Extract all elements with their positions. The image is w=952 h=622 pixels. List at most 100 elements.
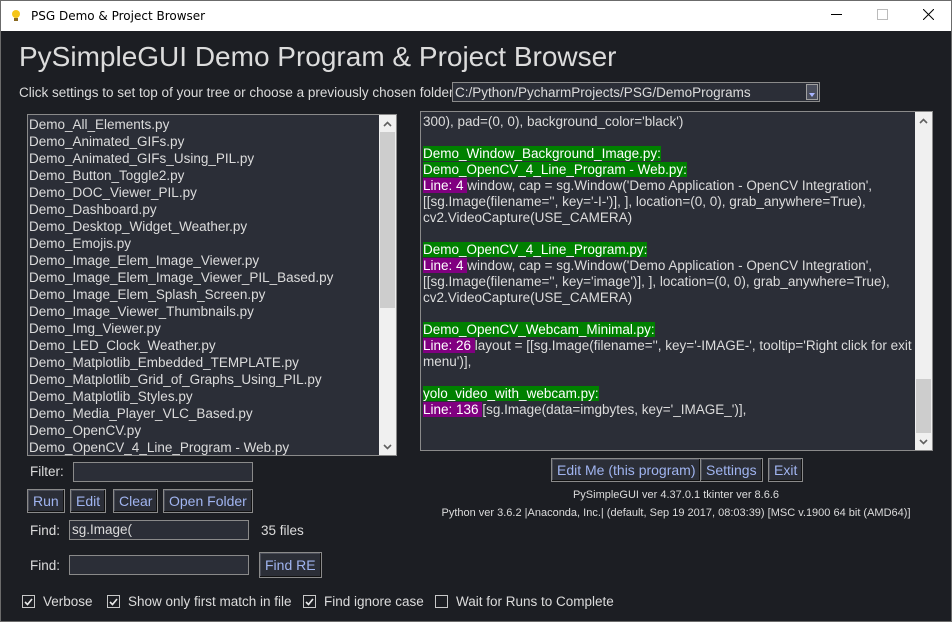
file-list-item[interactable]: Demo_Matplotlib_Styles.py: [28, 388, 333, 405]
python-version: Python ver 3.6.2 |Anaconda, Inc.| (defau…: [441, 507, 911, 519]
output-scrollbar[interactable]: [915, 112, 932, 450]
title-bar[interactable]: PSG Demo & Project Browser: [1, 1, 951, 31]
file-name-highlight: Demo_OpenCV_4_Line_Program.py:: [423, 242, 648, 257]
maximize-button[interactable]: [859, 1, 905, 31]
line-number-highlight: Line: 4: [423, 178, 468, 193]
match-text: layout = [[sg.Image(filename='', key='-I…: [423, 338, 916, 369]
match-text: window, cap = sg.Window('Demo Applicatio…: [423, 178, 876, 225]
minimize-button[interactable]: [813, 1, 859, 31]
scroll-down-icon[interactable]: [915, 433, 932, 450]
output-blank-line: [423, 370, 915, 386]
output-match-line: Line: 26 layout = [[sg.Image(filename=''…: [423, 338, 915, 370]
find-label: Find:: [30, 523, 61, 538]
wait-runs-checkbox[interactable]: Wait for Runs to Complete: [435, 594, 614, 609]
file-name-highlight: Demo_OpenCV_4_Line_Program - Web.py:: [423, 162, 687, 177]
scroll-down-icon[interactable]: [379, 438, 396, 455]
checkbox-icon[interactable]: [435, 595, 448, 608]
file-list-item[interactable]: Demo_Button_Toggle2.py: [28, 167, 333, 184]
search-output[interactable]: 300), pad=(0, 0), background_color='blac…: [420, 111, 933, 451]
output-match-line: Line: 136 [sg.Image(data=imgbytes, key='…: [423, 402, 915, 418]
page-title: PySimpleGUI Demo Program & Project Brows…: [19, 41, 617, 72]
demo-file-list[interactable]: Demo_All_Elements.py Demo_Animated_GIFs.p…: [27, 114, 397, 456]
file-list-item[interactable]: Demo_Desktop_Widget_Weather.py: [28, 218, 333, 235]
checkbox-icon[interactable]: [107, 595, 120, 608]
lightbulb-icon: [11, 9, 21, 23]
folder-combo-value: C:/Python/PycharmProjects/PSG/DemoProgra…: [455, 85, 751, 100]
file-list-item[interactable]: Demo_All_Elements.py: [28, 116, 333, 133]
open-folder-button[interactable]: Open Folder: [163, 489, 253, 513]
file-name-highlight: Demo_Window_Background_Image.py:: [423, 146, 661, 161]
maximize-icon: [876, 7, 888, 25]
output-match-line: Line: 4 window, cap = sg.Window('Demo Ap…: [423, 258, 915, 306]
psg-version: PySimpleGUI ver 4.37.0.1 tkinter ver 8.6…: [572, 489, 780, 501]
folder-instructions: Click settings to set top of your tree o…: [19, 85, 454, 100]
output-file-heading: yolo_video_with_webcam.py:: [423, 386, 915, 402]
minimize-icon: [830, 7, 842, 25]
file-list-item[interactable]: Demo_Image_Elem_Splash_Screen.py: [28, 286, 333, 303]
file-list-item[interactable]: Demo_Animated_GIFs.py: [28, 133, 333, 150]
output-file-heading: Demo_OpenCV_Webcam_Minimal.py:: [423, 322, 915, 338]
file-name-highlight: yolo_video_with_webcam.py:: [423, 386, 599, 401]
file-list-item[interactable]: Demo_Animated_GIFs_Using_PIL.py: [28, 150, 333, 167]
output-blank-line: [423, 226, 915, 242]
edit-me-button[interactable]: Edit Me (this program): [551, 458, 702, 482]
checkbox-label: Verbose: [43, 594, 93, 609]
file-list-item[interactable]: Demo_Image_Elem_Image_Viewer_PIL_Based.p…: [28, 269, 333, 286]
scroll-up-icon[interactable]: [379, 115, 396, 132]
checkbox-label: Find ignore case: [324, 594, 424, 609]
file-list-item[interactable]: Demo_Img_Viewer.py: [28, 320, 333, 337]
file-list-item[interactable]: Demo_LED_Clock_Weather.py: [28, 337, 333, 354]
output-match-line: Line: 4 window, cap = sg.Window('Demo Ap…: [423, 178, 915, 226]
file-list-item[interactable]: Demo_OpenCV_4_Line_Program - Web.py: [28, 439, 333, 455]
folder-combo[interactable]: C:/Python/PycharmProjects/PSG/DemoProgra…: [452, 82, 820, 102]
find-re-input[interactable]: [69, 555, 249, 575]
line-number-highlight: Line: 136: [423, 402, 483, 417]
run-button[interactable]: Run: [27, 489, 65, 513]
file-list-item[interactable]: Demo_DOC_Viewer_PIL.py: [28, 184, 333, 201]
file-list-items: Demo_All_Elements.py Demo_Animated_GIFs.p…: [28, 116, 333, 455]
ignore-case-checkbox[interactable]: Find ignore case: [303, 594, 424, 609]
file-list-item[interactable]: Demo_OpenCV.py: [28, 422, 333, 439]
exit-button[interactable]: Exit: [768, 458, 804, 482]
window-title: PSG Demo & Project Browser: [31, 9, 206, 23]
match-text: [sg.Image(data=imgbytes, key='_IMAGE_')]…: [482, 402, 747, 417]
line-number-highlight: Line: 4: [423, 258, 468, 273]
scroll-up-icon[interactable]: [915, 112, 932, 129]
file-list-scrollbar[interactable]: [379, 115, 396, 455]
output-blank-line: [423, 130, 915, 146]
settings-button[interactable]: Settings: [700, 458, 763, 482]
search-output-text: 300), pad=(0, 0), background_color='blac…: [423, 114, 915, 418]
match-text: window, cap = sg.Window('Demo Applicatio…: [423, 258, 894, 305]
file-list-item[interactable]: Demo_Image_Elem_Image_Viewer.py: [28, 252, 333, 269]
verbose-checkbox[interactable]: Verbose: [22, 594, 93, 609]
find-re-label: Find:: [30, 558, 61, 573]
scroll-thumb[interactable]: [380, 132, 395, 308]
file-list-item[interactable]: Demo_Emojis.py: [28, 235, 333, 252]
output-blank-line: [423, 306, 915, 322]
checkbox-icon[interactable]: [22, 595, 35, 608]
filter-label: Filter:: [30, 464, 64, 479]
close-icon: [922, 7, 934, 25]
find-input[interactable]: sg.Image(: [69, 520, 249, 540]
scroll-thumb[interactable]: [916, 379, 931, 433]
file-list-item[interactable]: Demo_Matplotlib_Embedded_TEMPLATE.py: [28, 354, 333, 371]
find-count: 35 files: [261, 523, 304, 538]
file-list-item[interactable]: Demo_Dashboard.py: [28, 201, 333, 218]
first-match-checkbox[interactable]: Show only first match in file: [107, 594, 292, 609]
app-window: PSG Demo & Project Browser PySimpleGUI D…: [0, 0, 952, 622]
clear-button[interactable]: Clear: [113, 489, 159, 513]
output-file-heading: Demo_OpenCV_4_Line_Program.py:: [423, 242, 915, 258]
file-list-item[interactable]: Demo_Image_Viewer_Thumbnails.py: [28, 303, 333, 320]
line-number-highlight: Line: 26: [423, 338, 475, 353]
chevron-down-icon[interactable]: [806, 84, 818, 100]
file-list-item[interactable]: Demo_Matplotlib_Grid_of_Graphs_Using_PIL…: [28, 371, 333, 388]
file-list-item[interactable]: Demo_Media_Player_VLC_Based.py: [28, 405, 333, 422]
checkbox-icon[interactable]: [303, 595, 316, 608]
filter-input[interactable]: [73, 462, 253, 482]
close-button[interactable]: [905, 1, 951, 31]
file-name-highlight: Demo_OpenCV_Webcam_Minimal.py:: [423, 322, 655, 337]
edit-button[interactable]: Edit: [70, 489, 107, 513]
find-re-button[interactable]: Find RE: [259, 552, 322, 578]
output-text-line: 300), pad=(0, 0), background_color='blac…: [423, 114, 684, 129]
checkbox-label: Show only first match in file: [128, 594, 292, 609]
